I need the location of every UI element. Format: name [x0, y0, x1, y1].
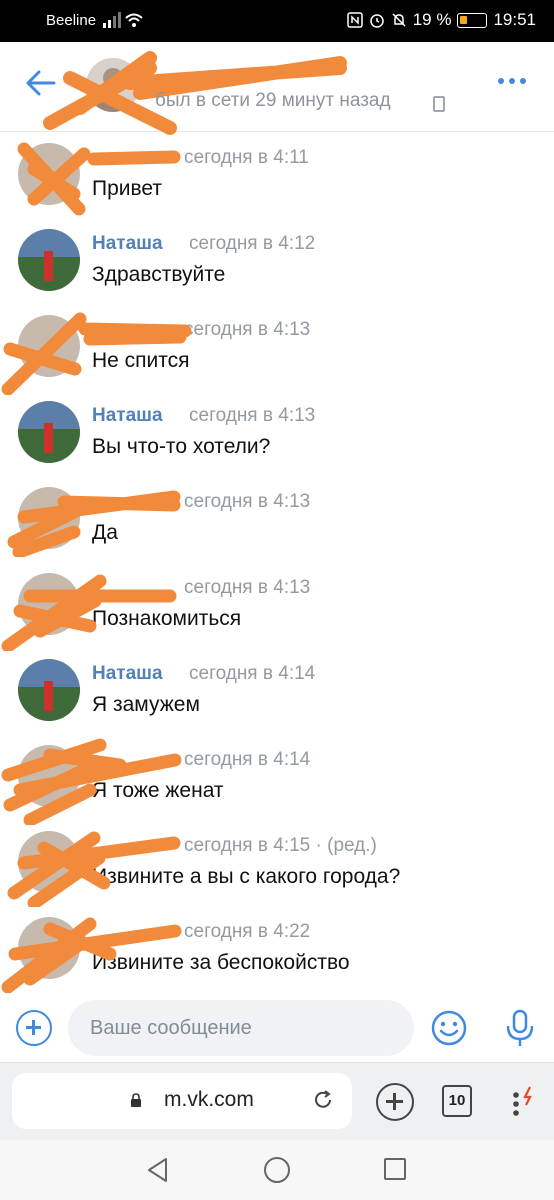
contact-avatar[interactable] [86, 58, 140, 112]
chat-header: был в сети 29 минут назад [0, 42, 554, 135]
sender-avatar[interactable] [18, 745, 80, 807]
sender-avatar[interactable] [18, 659, 80, 721]
sender-avatar[interactable] [18, 229, 80, 291]
wifi-icon [125, 13, 143, 27]
battery-percent: 19 % [412, 10, 452, 29]
tab-count-button[interactable]: 10 [442, 1085, 472, 1117]
list-item[interactable]: сегодня в 4:13 Да [0, 477, 554, 563]
sender-name[interactable]: Наташа [92, 663, 163, 685]
browser-menu-icon[interactable] [510, 1085, 540, 1121]
list-item[interactable]: Наташа сегодня в 4:14 Я замужем [0, 649, 554, 735]
carrier-label: Beeline [46, 12, 97, 29]
message-time: сегодня в 4:13 [189, 405, 316, 426]
message-text: Да [92, 521, 118, 544]
online-status: был в сети 29 минут назад [155, 90, 391, 111]
nav-recents-icon[interactable] [384, 1158, 406, 1180]
list-item[interactable]: Наташа сегодня в 4:12 Здравствуйте [0, 219, 554, 305]
list-item[interactable]: сегодня в 4:11 Привет [0, 133, 554, 219]
message-text: Вы что-то хотели? [92, 435, 271, 458]
message-time: сегодня в 4:14 [184, 749, 311, 770]
sender-avatar[interactable] [18, 487, 80, 549]
signal-icon [103, 12, 121, 28]
sender-name[interactable]: Наташа [92, 233, 163, 255]
message-text: Я тоже женат [92, 779, 224, 802]
mute-icon [392, 13, 406, 27]
browser-toolbar: m.vk.com 10 [0, 1062, 554, 1140]
sender-avatar[interactable] [18, 831, 80, 893]
message-text: Извините а вы с какого города? [92, 865, 401, 888]
message-time: сегодня в 4:13 [184, 577, 311, 598]
sender-avatar[interactable] [18, 917, 80, 979]
sender-name[interactable]: Наташа [92, 405, 163, 427]
sender-avatar[interactable] [18, 401, 80, 463]
more-options-button[interactable] [498, 78, 526, 84]
microphone-icon[interactable] [504, 1008, 536, 1048]
clock: 19:51 [493, 10, 536, 29]
message-input[interactable] [68, 1000, 414, 1056]
mobile-icon [433, 96, 445, 112]
list-item[interactable]: Наташа сегодня в 4:13 Вы что-то хотели? [0, 391, 554, 477]
message-text: Познакомиться [92, 607, 242, 630]
list-item[interactable]: сегодня в 4:22 Извините за беспокойство [0, 907, 554, 993]
message-time: сегодня в 4:22 [184, 921, 311, 942]
status-bar: Beeline 19 % 19:51 [0, 0, 554, 42]
message-text: Не спится [92, 349, 190, 372]
message-time: сегодня в 4:15 · (ред.) [184, 835, 377, 856]
system-nav-bar [0, 1140, 554, 1200]
message-time: сегодня в 4:12 [189, 233, 316, 254]
lock-icon [131, 1093, 141, 1107]
message-text: Привет [92, 177, 163, 200]
back-arrow-icon[interactable] [24, 66, 58, 100]
battery-icon [457, 12, 488, 28]
list-item[interactable]: сегодня в 4:13 Познакомиться [0, 563, 554, 651]
emoji-icon[interactable] [430, 1009, 468, 1047]
sender-avatar[interactable] [18, 315, 80, 377]
compose-bar [0, 998, 554, 1060]
message-text: Извините за беспокойство [92, 951, 350, 974]
sender-avatar[interactable] [18, 143, 80, 205]
list-item[interactable]: сегодня в 4:13 Не спится [0, 305, 554, 395]
url-text[interactable]: m.vk.com [164, 1088, 254, 1112]
message-time: сегодня в 4:13 [184, 491, 311, 512]
message-text: Здравствуйте [92, 263, 226, 286]
nfc-icon [346, 12, 363, 28]
reload-icon[interactable] [312, 1089, 334, 1111]
address-bar[interactable]: m.vk.com [12, 1073, 352, 1129]
alarm-icon [369, 14, 384, 28]
list-item[interactable]: сегодня в 4:14 Я тоже женат [0, 735, 554, 825]
sender-avatar[interactable] [18, 573, 80, 635]
nav-home-icon[interactable] [264, 1157, 290, 1183]
attach-plus-icon[interactable] [16, 1010, 52, 1046]
new-tab-button[interactable] [376, 1083, 414, 1121]
message-text: Я замужем [92, 693, 200, 716]
message-time: сегодня в 4:14 [189, 663, 316, 684]
nav-back-icon[interactable] [146, 1157, 170, 1183]
list-item[interactable]: сегодня в 4:15 · (ред.) Извините а вы с … [0, 821, 554, 907]
message-time: сегодня в 4:13 [184, 319, 311, 340]
message-time: сегодня в 4:11 [184, 147, 309, 168]
